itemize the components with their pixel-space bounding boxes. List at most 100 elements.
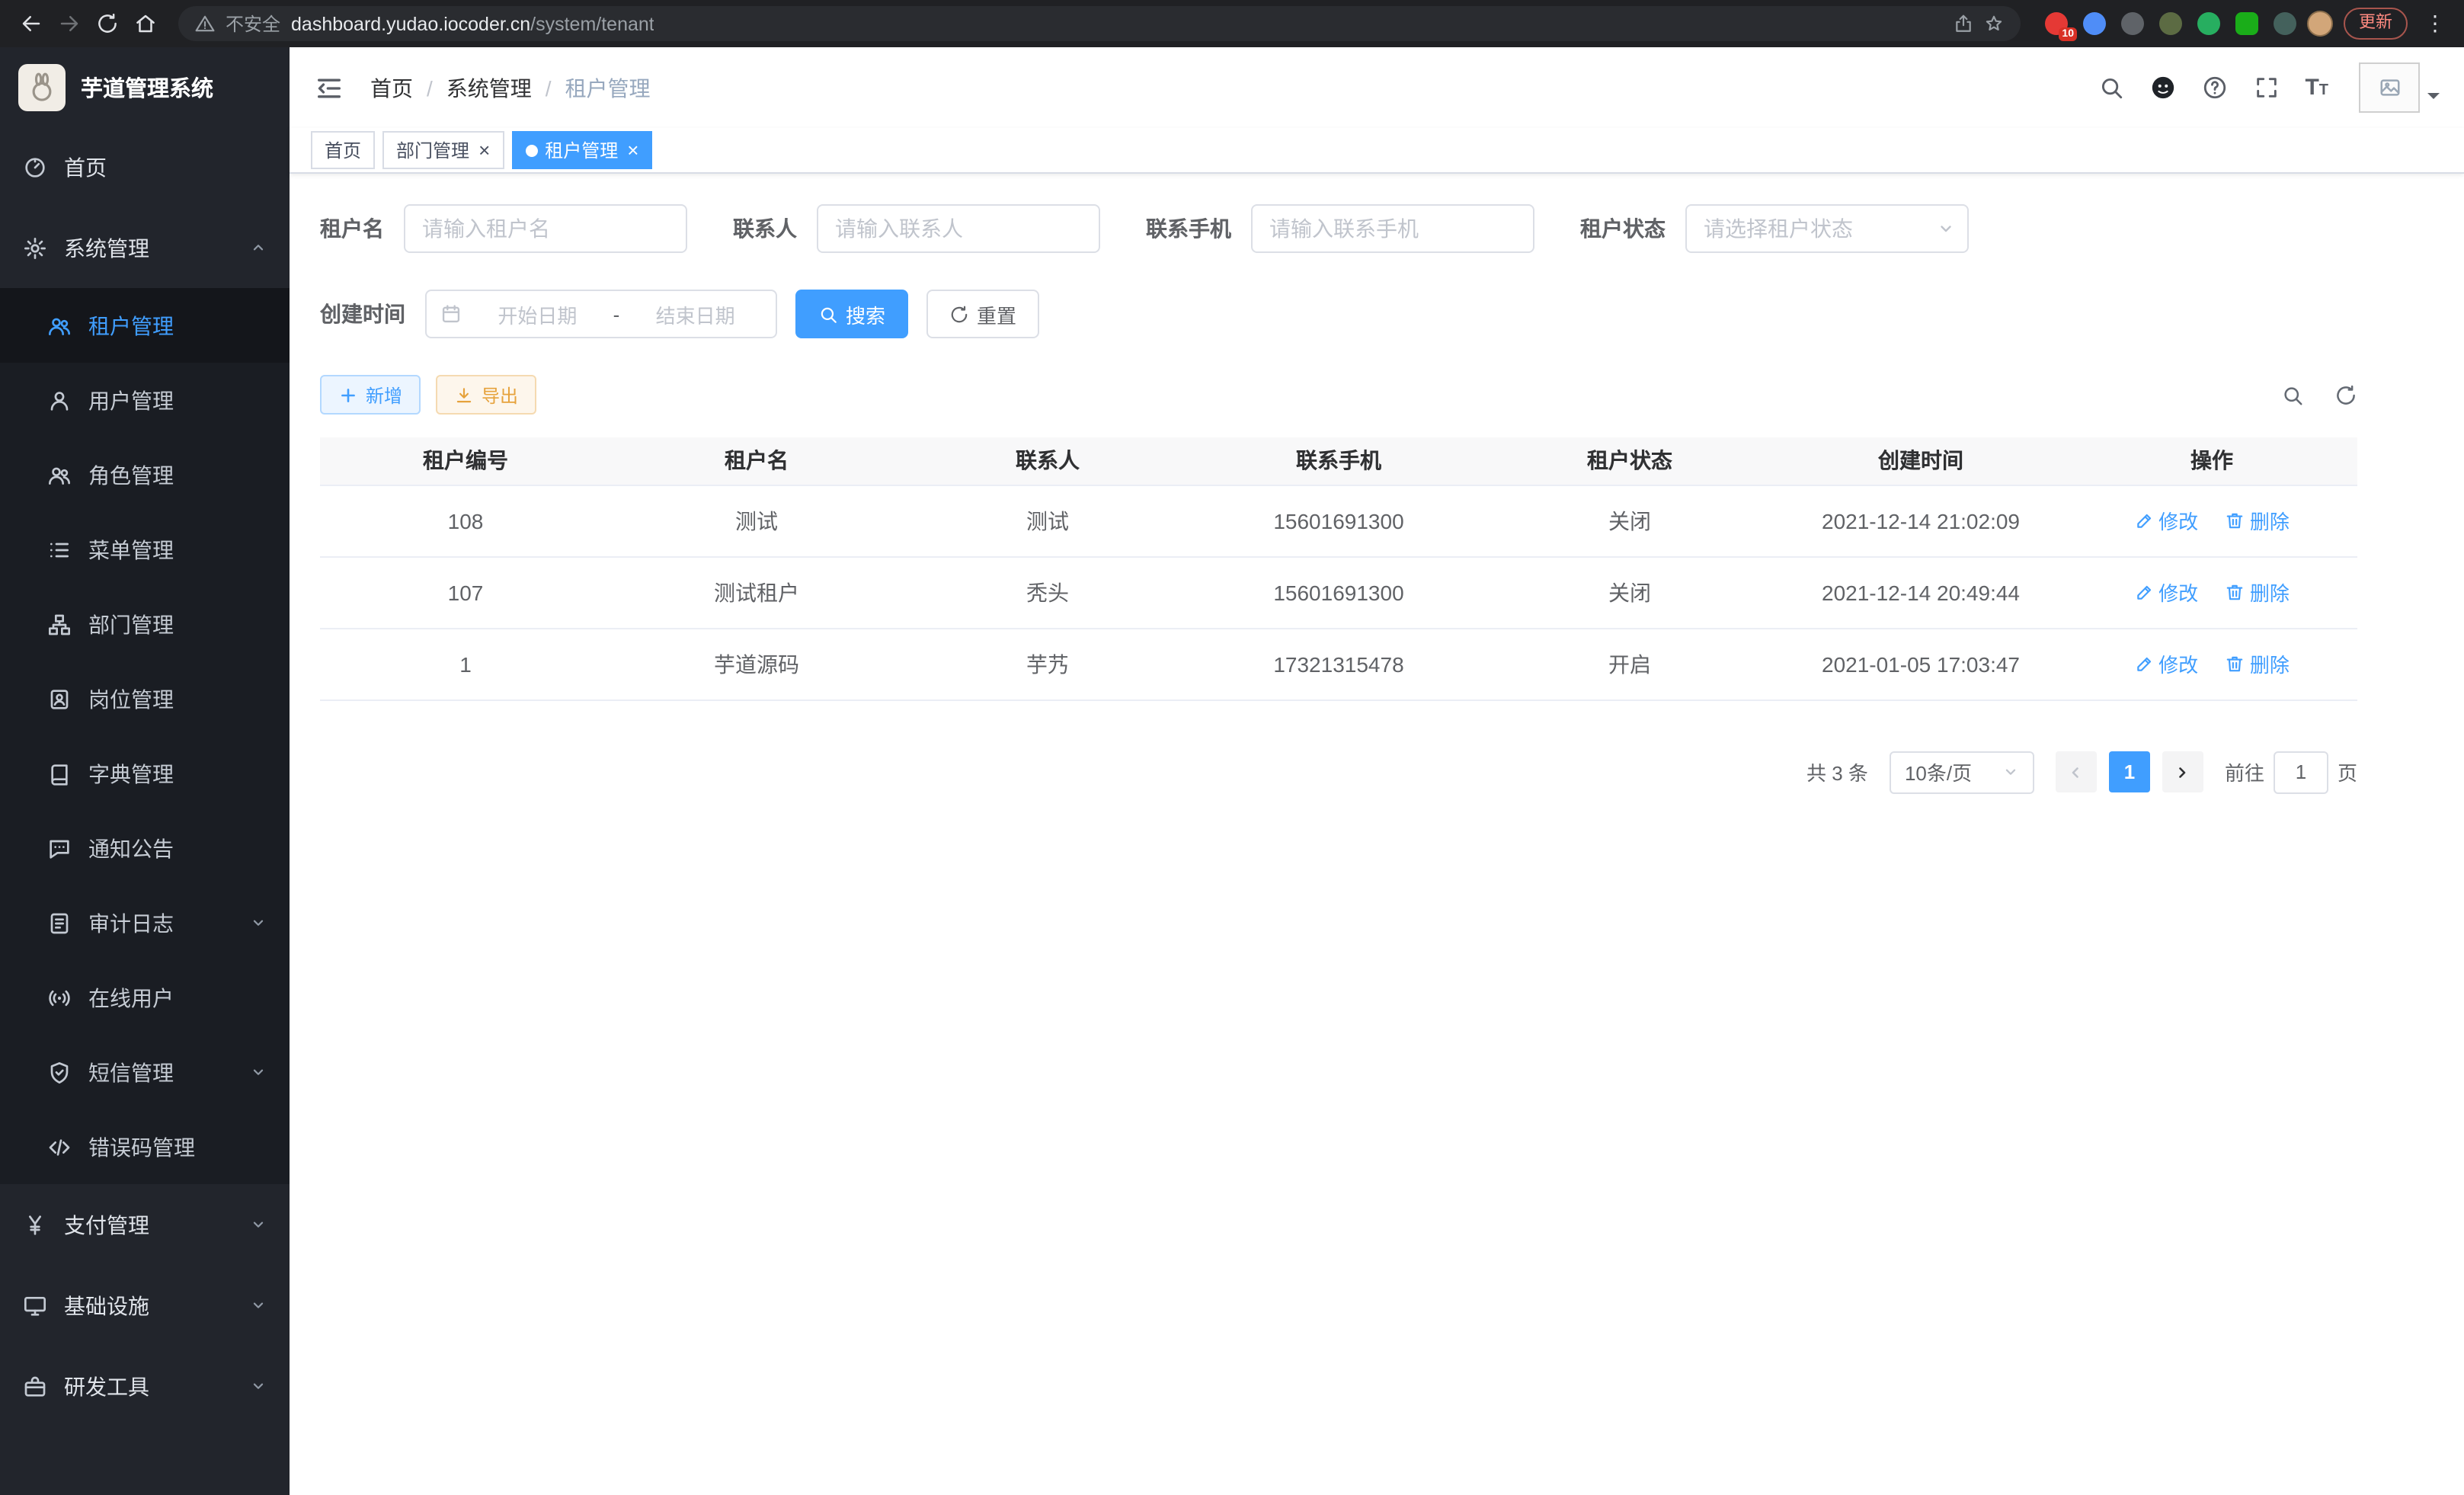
delete-link[interactable]: 删除: [2226, 649, 2290, 678]
edit-pen-icon: [2134, 654, 2154, 674]
cell-created: 2021-12-14 21:02:09: [1775, 485, 2066, 556]
extension-icon[interactable]: [2159, 12, 2182, 35]
chevron-down-icon: [250, 914, 267, 931]
sidebar-item-user[interactable]: 用户管理: [0, 363, 290, 437]
document-icon: [47, 911, 72, 935]
table-mini-tools: [2281, 383, 2357, 406]
page-number-button[interactable]: 1: [2109, 751, 2150, 792]
sidebar-item-label: 在线用户: [88, 982, 174, 1013]
export-button[interactable]: 导出: [436, 375, 536, 415]
topbar: 首页 / 系统管理 / 租户管理 TT: [290, 47, 2464, 128]
extension-icon[interactable]: [2121, 12, 2144, 35]
edit-link[interactable]: 修改: [2134, 578, 2198, 607]
sidebar-item-dict[interactable]: 字典管理: [0, 736, 290, 811]
sidebar-item-label: 字典管理: [88, 758, 174, 789]
cell-actions: 修改 删除: [2066, 556, 2357, 628]
sidebar-item-tenant[interactable]: 租户管理: [0, 288, 290, 363]
sidebar-fold-icon[interactable]: [314, 72, 344, 103]
edit-link[interactable]: 修改: [2134, 506, 2198, 535]
share-icon[interactable]: [1954, 14, 1973, 34]
phone-input[interactable]: [1251, 204, 1534, 253]
sidebar-item-menu[interactable]: 菜单管理: [0, 512, 290, 587]
sidebar-item-dev-tools[interactable]: 研发工具: [0, 1346, 290, 1426]
delete-link[interactable]: 删除: [2226, 578, 2290, 607]
address-bar[interactable]: 不安全 dashboard.yudao.iocoder.cn/system/te…: [178, 6, 2021, 41]
browser-update-button[interactable]: 更新: [2344, 8, 2408, 40]
extension-icon[interactable]: [2197, 12, 2220, 35]
breadcrumb-system[interactable]: 系统管理: [446, 72, 532, 103]
breadcrumb-home[interactable]: 首页: [370, 72, 413, 103]
browser-chrome: 不安全 dashboard.yudao.iocoder.cn/system/te…: [0, 0, 2464, 47]
add-button[interactable]: 新增: [320, 375, 421, 415]
column-header: 租户名: [611, 437, 902, 485]
github-icon[interactable]: [2149, 75, 2175, 101]
create-time-label: 创建时间: [320, 299, 405, 329]
download-icon: [454, 385, 474, 405]
sidebar-item-infra[interactable]: 基础设施: [0, 1265, 290, 1346]
tab-tenant[interactable]: 租户管理 ×: [511, 131, 652, 169]
extension-icon[interactable]: [2083, 12, 2106, 35]
search-icon[interactable]: [2098, 75, 2123, 101]
book-icon: [47, 761, 72, 786]
search-button[interactable]: 搜索: [795, 290, 908, 338]
extension-icon[interactable]: 10: [2045, 12, 2068, 35]
edit-link[interactable]: 修改: [2134, 649, 2198, 678]
sidebar-item-system[interactable]: 系统管理: [0, 207, 290, 288]
close-icon[interactable]: ×: [627, 140, 638, 160]
status-select[interactable]: [1685, 204, 1969, 253]
plus-icon: [338, 385, 358, 405]
contact-input[interactable]: [817, 204, 1100, 253]
font-size-icon[interactable]: TT: [2305, 76, 2328, 99]
delete-link[interactable]: 删除: [2226, 506, 2290, 535]
extension-icon[interactable]: [2235, 12, 2258, 35]
search-icon: [818, 304, 838, 324]
toolbox-icon: [23, 1374, 47, 1398]
sidebar-item-audit-log[interactable]: 审计日志: [0, 885, 290, 960]
page-unit-label: 页: [2338, 757, 2357, 786]
tenant-name-input[interactable]: [404, 204, 687, 253]
sidebar-item-dept[interactable]: 部门管理: [0, 587, 290, 661]
user-icon: [47, 388, 72, 412]
refresh-icon[interactable]: [2334, 383, 2357, 406]
reset-button[interactable]: 重置: [926, 290, 1039, 338]
sidebar-menu: 首页 系统管理 租户管理 用户管理: [0, 126, 290, 1495]
browser-home-icon[interactable]: [126, 5, 165, 43]
next-page-button[interactable]: [2162, 751, 2203, 792]
sidebar-item-home[interactable]: 首页: [0, 126, 290, 207]
sidebar-item-sms[interactable]: 短信管理: [0, 1035, 290, 1109]
browser-profile-avatar[interactable]: [2307, 11, 2333, 37]
app-logo[interactable]: 芋道管理系统: [0, 47, 290, 126]
sidebar-item-payment[interactable]: 支付管理: [0, 1184, 290, 1265]
sidebar: 芋道管理系统 首页 系统管理 租户管理: [0, 47, 290, 1495]
end-date-placeholder: 结束日期: [629, 299, 762, 328]
contact-label: 联系人: [733, 213, 797, 244]
page-size-select[interactable]: 10条/页: [1890, 751, 2034, 793]
goto-page: 前往 页: [2225, 751, 2357, 793]
sidebar-item-error-code[interactable]: 错误码管理: [0, 1109, 290, 1184]
extension-icon[interactable]: [2274, 12, 2296, 35]
user-avatar-dropdown[interactable]: [2359, 62, 2440, 113]
chevron-up-icon: [250, 239, 267, 256]
gear-icon: [23, 235, 47, 260]
bookmark-star-icon[interactable]: [1984, 14, 2004, 34]
sidebar-item-notice[interactable]: 通知公告: [0, 811, 290, 885]
date-range-picker[interactable]: 开始日期 - 结束日期: [425, 290, 777, 338]
browser-forward-icon[interactable]: [50, 5, 88, 43]
browser-back-icon[interactable]: [12, 5, 50, 43]
sidebar-item-post[interactable]: 岗位管理: [0, 661, 290, 736]
yen-icon: [23, 1212, 47, 1237]
browser-refresh-icon[interactable]: [88, 5, 126, 43]
prev-page-button[interactable]: [2056, 751, 2097, 792]
goto-page-input[interactable]: [2274, 751, 2328, 793]
cell-phone: 17321315478: [1193, 628, 1484, 699]
browser-menu-icon[interactable]: ⋮: [2418, 11, 2452, 37]
tab-dept[interactable]: 部门管理 ×: [382, 131, 504, 169]
cell-actions: 修改 删除: [2066, 485, 2357, 556]
fullscreen-icon[interactable]: [2253, 75, 2279, 101]
help-question-icon[interactable]: [2201, 75, 2227, 101]
close-icon[interactable]: ×: [478, 140, 490, 160]
search-toggle-icon[interactable]: [2281, 383, 2304, 406]
tab-home[interactable]: 首页: [311, 131, 375, 169]
sidebar-item-online-user[interactable]: 在线用户: [0, 960, 290, 1035]
sidebar-item-role[interactable]: 角色管理: [0, 437, 290, 512]
